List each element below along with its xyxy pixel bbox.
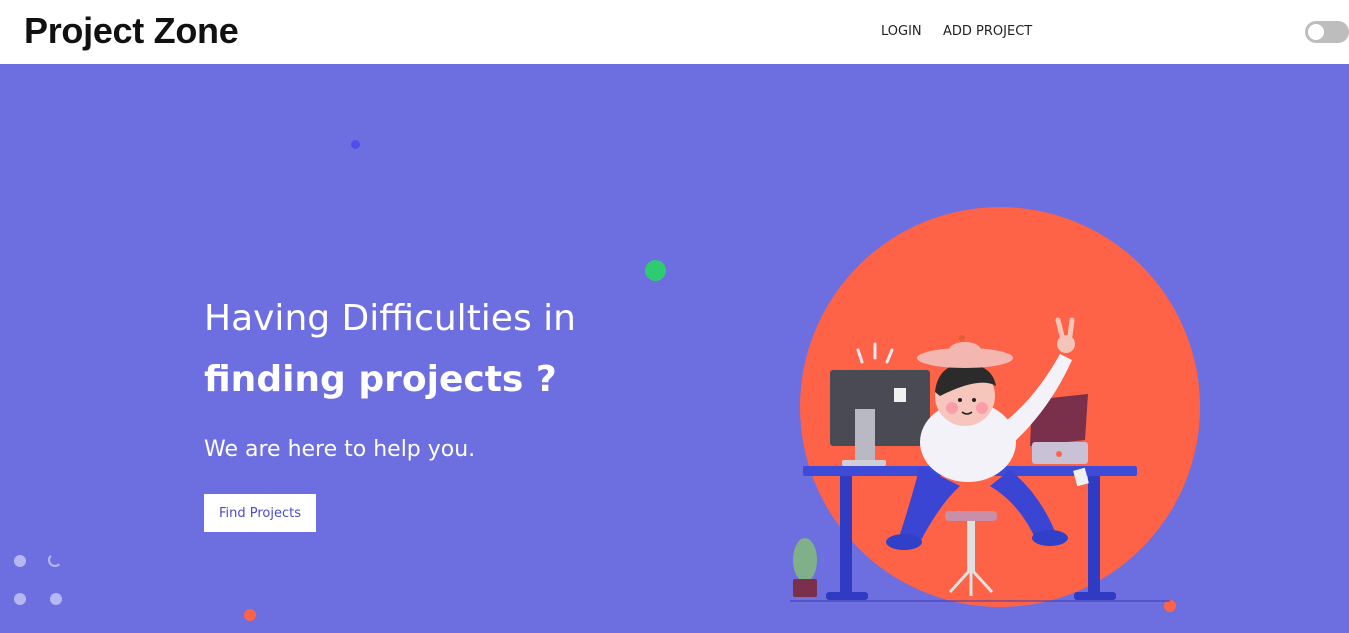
nav-login-link[interactable]: LOGIN (881, 24, 922, 39)
chair-seat (945, 511, 997, 521)
hero-headline-line1: Having Difficulties in (204, 298, 576, 339)
plant (793, 538, 817, 582)
decorative-dot (645, 260, 666, 281)
hero-headline-line2: finding projects ? (204, 359, 557, 400)
decorative-dot (14, 555, 26, 567)
monitor-stand (855, 409, 875, 464)
hero-subtitle: We are here to help you. (204, 437, 476, 462)
monitor-base (842, 460, 886, 466)
decorative-dot (50, 593, 62, 605)
monitor-screen (830, 370, 930, 446)
desk-foot-right (1074, 592, 1116, 600)
desk-leg-right (1088, 476, 1100, 596)
sticky-note (894, 388, 906, 402)
person-at-desk-illustration (790, 207, 1200, 607)
hero-section: Having Difficulties in finding projects … (0, 64, 1349, 633)
find-projects-button[interactable]: Find Projects (204, 494, 316, 532)
brand-logo[interactable]: Project Zone (24, 10, 239, 52)
toggle-knob (1308, 24, 1324, 40)
decorative-dot (14, 593, 26, 605)
decorative-dot (48, 553, 62, 567)
desk-leg-left (840, 476, 852, 596)
theme-toggle-switch[interactable] (1305, 21, 1349, 43)
navbar: Project Zone LOGIN ADD PROJECT (0, 0, 1349, 64)
nav-add-project-link[interactable]: ADD PROJECT (943, 24, 1032, 39)
desk-foot-left (826, 592, 868, 600)
decorative-dot (351, 140, 360, 149)
decorative-dot (244, 609, 256, 621)
